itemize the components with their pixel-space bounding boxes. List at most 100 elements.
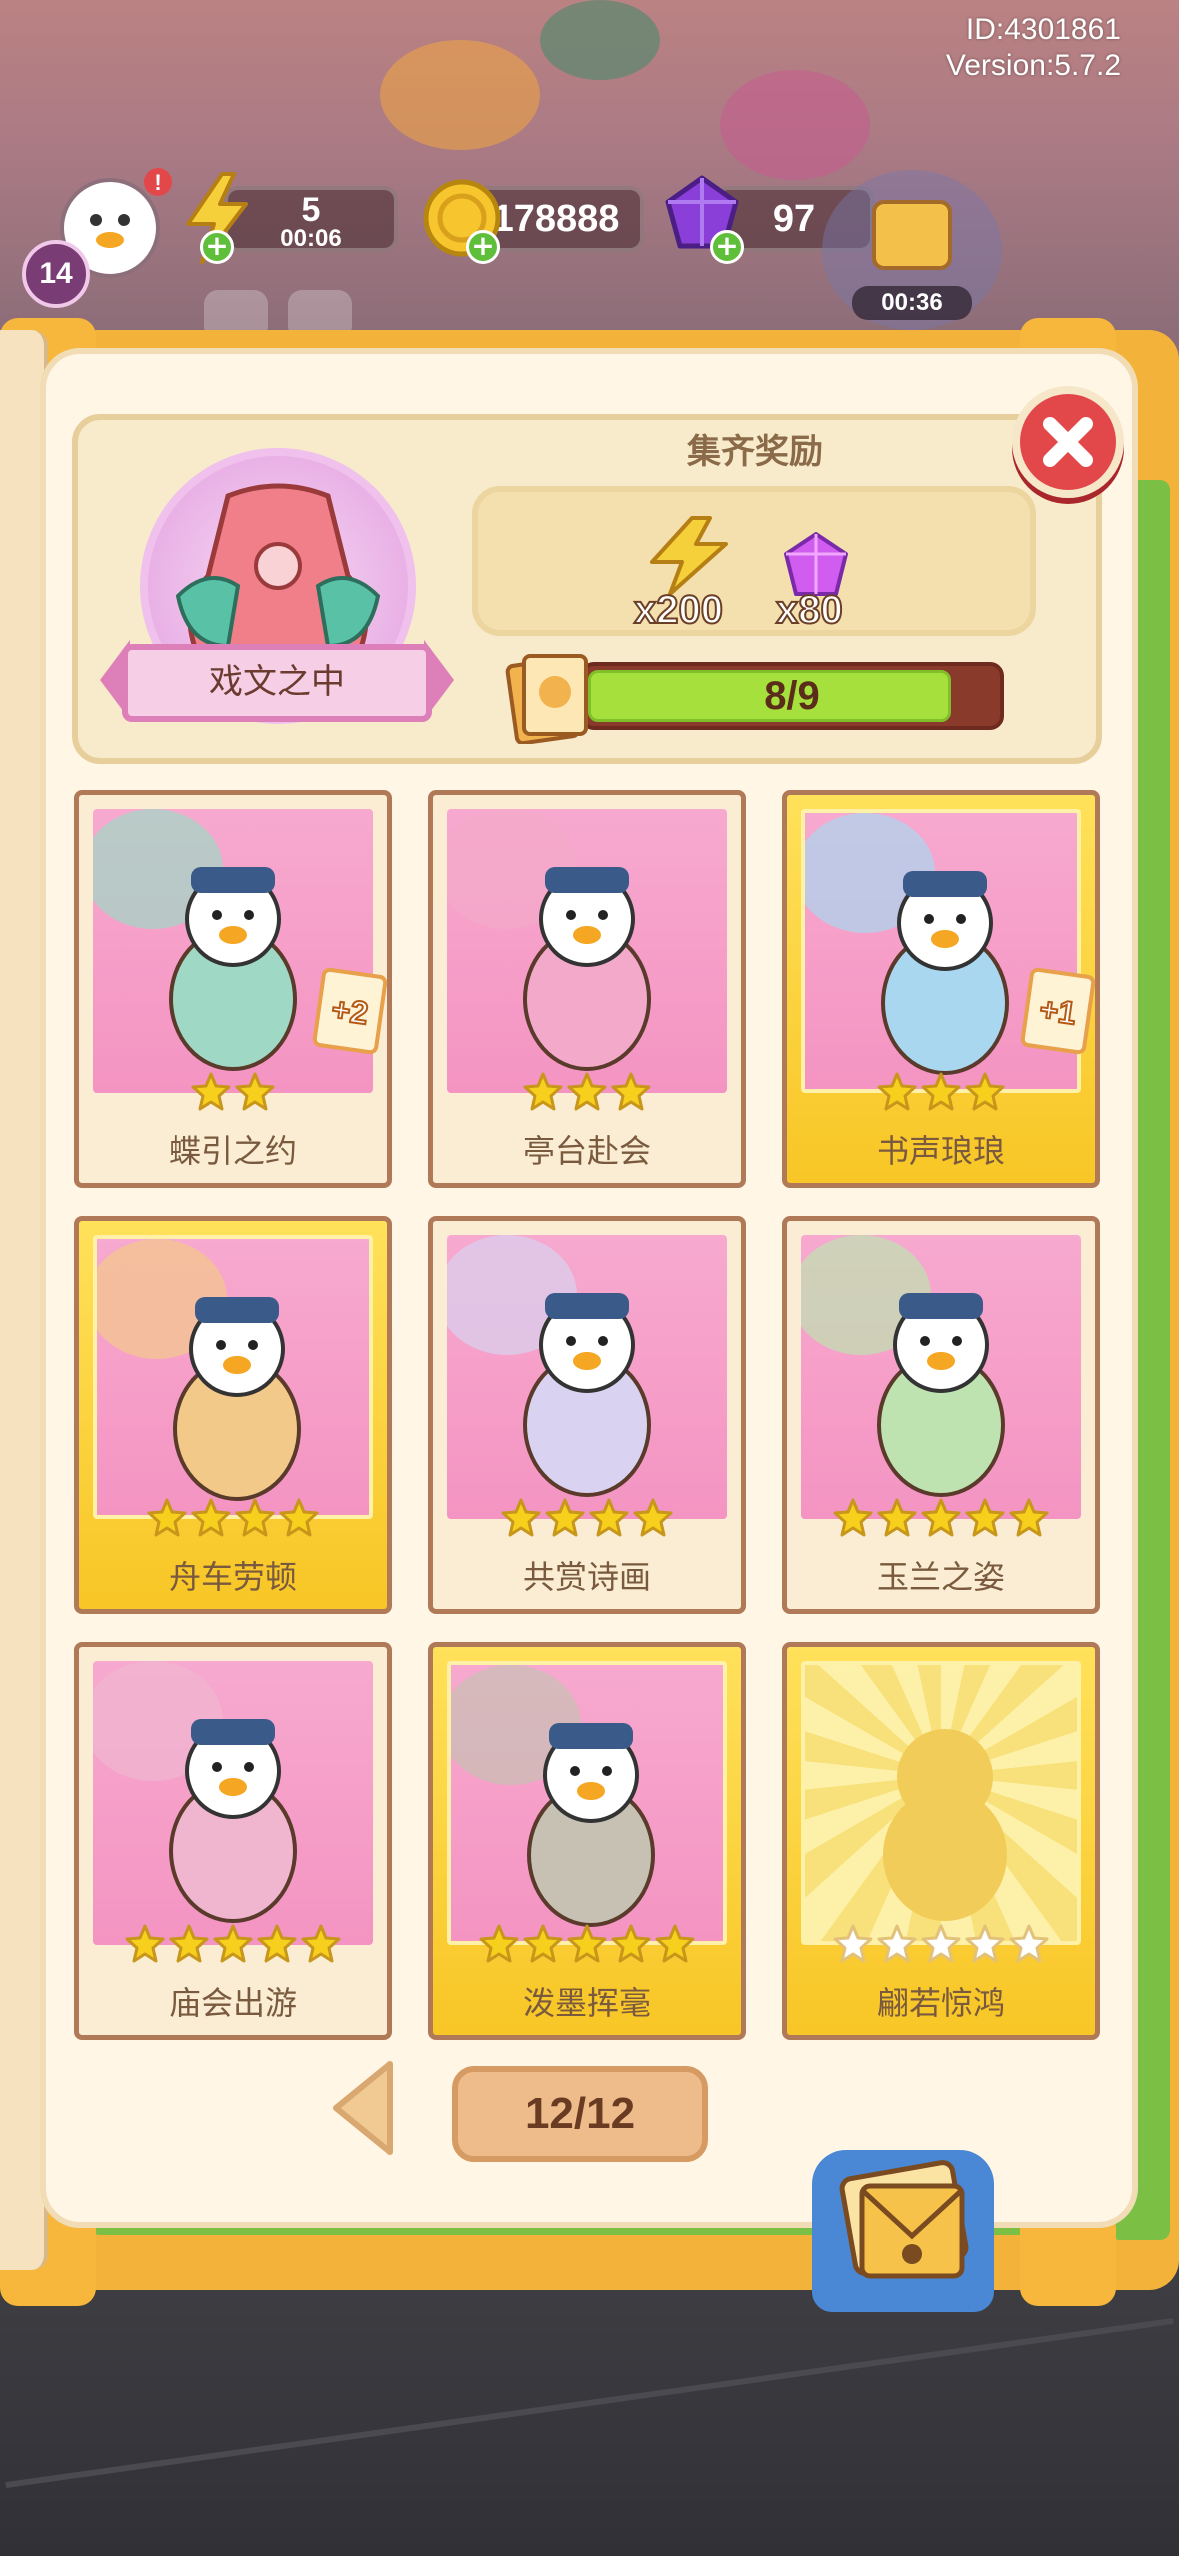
star-icon — [876, 1923, 918, 1969]
collection-card[interactable]: 泼墨挥毫 — [428, 1642, 746, 2040]
card-star-rating — [787, 1497, 1095, 1543]
star-icon — [632, 1497, 674, 1543]
card-star-rating — [79, 1497, 387, 1543]
star-icon — [654, 1923, 696, 1969]
background-decoration — [540, 0, 660, 80]
star-icon — [920, 1497, 962, 1543]
star-icon — [964, 1071, 1006, 1117]
duplicate-count-badge: +2 — [311, 966, 389, 1056]
star-icon — [212, 1923, 254, 1969]
star-icon — [544, 1497, 586, 1543]
star-icon — [566, 1923, 608, 1969]
star-icon — [1008, 1923, 1050, 1969]
version-label: Version:5.7.2 — [945, 49, 1121, 82]
card-star-rating — [787, 1071, 1095, 1117]
arrow-left-icon — [333, 2061, 393, 2155]
collection-card[interactable]: 玉兰之姿 — [782, 1216, 1100, 1614]
locked-silhouette — [883, 1729, 1007, 1921]
svg-text:!: ! — [154, 170, 161, 195]
star-icon — [876, 1071, 918, 1117]
card-star-rating — [79, 1923, 387, 1969]
star-icon — [610, 1923, 652, 1969]
star-icon — [588, 1497, 630, 1543]
collection-card[interactable]: 庙会出游 — [74, 1642, 392, 2040]
card-star-rating — [79, 1071, 387, 1117]
background-decoration — [720, 70, 870, 180]
collection-card[interactable]: 蝶引之约 +2 — [74, 790, 392, 1188]
card-star-rating — [433, 1923, 741, 1969]
collection-card[interactable]: 翩若惊鸿 — [782, 1642, 1100, 2040]
card-name: 玉兰之姿 — [876, 1558, 1005, 1596]
id-label: ID:4301861 Version:5.7.2 — [946, 12, 1121, 84]
event-timer-value: 00:36 — [881, 289, 943, 316]
player-id: ID:4301861 — [965, 13, 1121, 46]
star-icon — [234, 1497, 276, 1543]
previous-page-button[interactable] — [326, 2056, 398, 2160]
card-name: 共赏诗画 — [522, 1558, 651, 1596]
card-artwork — [447, 809, 727, 1093]
page-indicator-text: 12/12 — [524, 2089, 636, 2138]
background-decoration — [380, 40, 540, 150]
collection-card[interactable]: 舟车劳顿 — [74, 1216, 392, 1614]
card-artwork — [93, 1661, 373, 1945]
event-icon — [872, 200, 952, 270]
card-stack-icon — [502, 648, 594, 746]
card-artwork — [93, 809, 373, 1093]
star-icon — [500, 1497, 542, 1543]
add-gems-button[interactable]: + — [710, 230, 744, 264]
duplicate-count-badge: +1 — [1019, 966, 1097, 1056]
level-value: 14 — [39, 257, 73, 290]
event-timer: 00:36 — [852, 286, 972, 320]
card-name: 亭台赴会 — [522, 1132, 651, 1170]
star-icon — [832, 1923, 874, 1969]
star-icon — [478, 1923, 520, 1969]
collection-card[interactable]: 亭台赴会 — [428, 790, 746, 1188]
collection-card[interactable]: 书声琅琅 +1 — [782, 790, 1100, 1188]
collection-card[interactable]: 共赏诗画 — [428, 1216, 746, 1614]
add-energy-button[interactable]: + — [200, 230, 234, 264]
card-artwork — [801, 809, 1081, 1093]
star-icon — [566, 1071, 608, 1117]
card-name: 泼墨挥毫 — [522, 1984, 651, 2022]
reward-title: 集齐奖励 — [687, 432, 823, 472]
add-coins-button[interactable]: + — [466, 230, 500, 264]
collection-progress-text: 8/9 — [764, 674, 820, 718]
card-artwork — [93, 1235, 373, 1519]
reward-energy-amount: x200 — [633, 587, 724, 633]
star-icon — [876, 1497, 918, 1543]
star-icon — [190, 1071, 232, 1117]
star-icon — [124, 1923, 166, 1969]
reward-gem-amount: x80 — [775, 587, 844, 633]
level-badge: 14 — [22, 240, 90, 308]
card-star-rating — [433, 1497, 741, 1543]
star-icon — [1008, 1497, 1050, 1543]
star-icon — [522, 1071, 564, 1117]
card-artwork — [447, 1661, 727, 1945]
card-name: 庙会出游 — [168, 1984, 297, 2022]
card-star-rating — [433, 1071, 741, 1117]
card-artwork — [801, 1235, 1081, 1519]
card-name: 翩若惊鸿 — [876, 1984, 1005, 2022]
event-button[interactable]: 00:36 — [822, 170, 1002, 330]
star-icon — [522, 1923, 564, 1969]
star-icon — [234, 1071, 276, 1117]
star-icon — [610, 1071, 652, 1117]
star-icon — [832, 1497, 874, 1543]
close-button[interactable] — [1012, 386, 1124, 498]
star-icon — [920, 1071, 962, 1117]
star-icon — [964, 1497, 1006, 1543]
star-icon — [256, 1923, 298, 1969]
card-artwork — [447, 1235, 727, 1519]
close-icon — [1043, 417, 1093, 467]
star-icon — [146, 1497, 188, 1543]
page-indicator: 12/12 — [452, 2066, 708, 2162]
card-name: 蝶引之约 — [168, 1132, 297, 1170]
reward-box — [472, 486, 1036, 636]
star-icon — [920, 1923, 962, 1969]
star-icon — [278, 1497, 320, 1543]
star-icon — [964, 1923, 1006, 1969]
album-button[interactable] — [812, 2150, 994, 2312]
collection-name-label: 戏文之中 — [122, 644, 432, 722]
card-name: 舟车劳顿 — [168, 1558, 297, 1596]
star-icon — [190, 1497, 232, 1543]
